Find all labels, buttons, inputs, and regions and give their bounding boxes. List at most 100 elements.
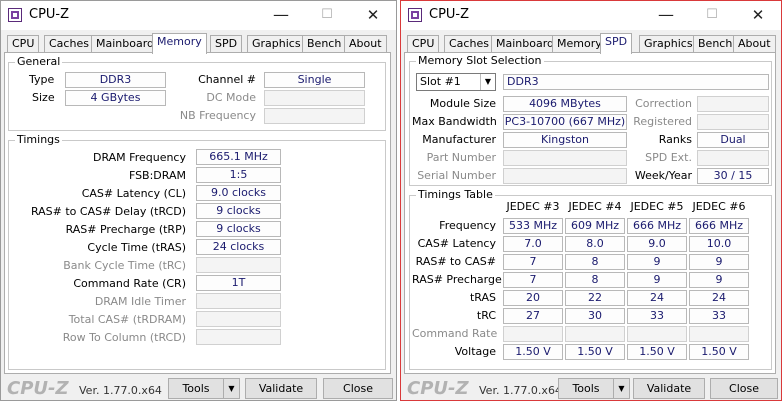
trp-value: 9 clocks: [196, 221, 281, 237]
tab-bench[interactable]: Bench: [693, 35, 738, 53]
table-cell: 1.50 V: [689, 344, 749, 360]
dram-frequency-label: DRAM Frequency: [92, 151, 186, 164]
tab-cpu[interactable]: CPU: [407, 35, 440, 53]
close-window-button[interactable]: ✕: [350, 1, 396, 30]
table-cell: 7: [503, 254, 563, 270]
command-rate-label: Command Rate (CR): [73, 277, 186, 290]
cpuz-app-icon: [408, 8, 422, 22]
command-rate-value: 1T: [196, 275, 281, 291]
tab-graphics[interactable]: Graphics: [639, 35, 698, 53]
module-size-label: Module Size: [429, 97, 496, 110]
spd-panel: Memory Slot Selection Slot #1 ▼ DDR3 Mod…: [404, 52, 776, 374]
chevron-down-icon[interactable]: ▼: [480, 74, 495, 90]
trcd-label: RAS# to CAS# Delay (tRCD): [30, 205, 186, 218]
title-bar[interactable]: CPU-Z — ☐ ✕: [1, 1, 396, 30]
cas-latency-label: CAS# Latency (CL): [81, 187, 186, 200]
version-label: Ver. 1.77.0.x64: [79, 384, 162, 397]
correction-value: [697, 96, 769, 112]
tools-dropdown-arrow-icon[interactable]: ▼: [613, 378, 630, 399]
table-cell: 9: [689, 254, 749, 270]
part-number-label: Part Number: [426, 151, 496, 164]
column-header: JEDEC #3: [506, 200, 560, 213]
tab-caches[interactable]: Caches: [44, 35, 94, 53]
table-cell: 9: [689, 272, 749, 288]
manufacturer-label: Manufacturer: [422, 133, 496, 146]
trcd-value: 9 clocks: [196, 203, 281, 219]
tab-memory[interactable]: Memory: [552, 35, 607, 53]
row-to-column-label: Row To Column (tRCD): [62, 331, 186, 344]
table-cell: 533 MHz: [503, 218, 563, 234]
row-label: RAS# to CAS#: [415, 255, 496, 268]
max-bandwidth-value: PC3-10700 (667 MHz): [503, 114, 627, 130]
footer-bar: CPU-Z Ver. 1.77.0.x64 Tools ▼ Validate C…: [1, 377, 396, 400]
slot-select-value: Slot #1: [420, 75, 461, 88]
tab-cpu[interactable]: CPU: [7, 35, 40, 53]
part-number-value: [503, 150, 627, 166]
tab-about[interactable]: About: [344, 35, 387, 53]
timings-group: Timings DRAM Frequency 665.1 MHz FSB:DRA…: [8, 133, 386, 370]
table-cell: 33: [689, 308, 749, 324]
table-cell: 666 MHz: [689, 218, 749, 234]
minimize-button[interactable]: —: [643, 1, 689, 30]
table-cell: 1.50 V: [627, 344, 687, 360]
dram-idle-timer-value: [196, 293, 281, 309]
tab-caches[interactable]: Caches: [444, 35, 494, 53]
close-window-button[interactable]: ✕: [735, 1, 781, 30]
tab-spd[interactable]: SPD: [600, 33, 633, 54]
validate-button[interactable]: Validate: [633, 378, 705, 399]
window-title: CPU-Z: [429, 7, 470, 22]
window-title: CPU-Z: [29, 7, 70, 22]
correction-label: Correction: [635, 97, 692, 110]
week-year-label: Week/Year: [634, 169, 692, 182]
table-cell: 9: [627, 272, 687, 288]
dram-frequency-value: 665.1 MHz: [196, 149, 281, 165]
tab-spd[interactable]: SPD: [210, 35, 243, 53]
trp-label: RAS# Precharge (tRP): [65, 223, 186, 236]
table-cell: 24: [627, 290, 687, 306]
tab-mainboard[interactable]: Mainboard: [491, 35, 560, 53]
table-cell: 7.0: [503, 236, 563, 252]
table-cell: 8.0: [565, 236, 625, 252]
tab-bench[interactable]: Bench: [302, 35, 347, 53]
tab-graphics[interactable]: Graphics: [247, 35, 306, 53]
tras-value: 24 clocks: [196, 239, 281, 255]
total-cas-label: Total CAS# (tRDRAM): [68, 313, 186, 326]
close-button[interactable]: Close: [710, 378, 778, 399]
tab-memory[interactable]: Memory: [152, 33, 207, 54]
tools-button[interactable]: Tools: [558, 378, 614, 399]
validate-button[interactable]: Validate: [245, 378, 317, 399]
title-bar[interactable]: CPU-Z — ☐ ✕: [401, 1, 781, 30]
table-cell: 1.50 V: [503, 344, 563, 360]
table-cell: 9: [627, 254, 687, 270]
nb-frequency-label: NB Frequency: [179, 109, 256, 122]
minimize-button[interactable]: —: [258, 1, 304, 30]
close-button[interactable]: Close: [323, 378, 393, 399]
slot-select[interactable]: Slot #1 ▼: [416, 73, 496, 91]
maximize-button: ☐: [706, 7, 718, 22]
row-label: tRC: [476, 309, 496, 322]
tab-mainboard[interactable]: Mainboard: [91, 35, 160, 53]
table-cell: [627, 326, 687, 342]
table-cell: 22: [565, 290, 625, 306]
nb-frequency-value: [264, 108, 365, 124]
type-value: DDR3: [65, 72, 166, 88]
row-label: RAS# Precharge: [412, 273, 502, 286]
table-cell: 24: [689, 290, 749, 306]
table-cell: [689, 326, 749, 342]
table-cell: 8: [565, 272, 625, 288]
cpuz-window-spd: CPU-Z — ☐ ✕ CPU Caches Mainboard Memory …: [400, 0, 782, 401]
maximize-button: ☐: [321, 7, 333, 22]
table-cell: 1.50 V: [565, 344, 625, 360]
tools-dropdown-arrow-icon[interactable]: ▼: [223, 378, 240, 399]
timings-table-group-title: Timings Table: [416, 188, 495, 201]
table-cell: [565, 326, 625, 342]
fsb-dram-value: 1:5: [196, 167, 281, 183]
size-label: Size: [32, 91, 55, 104]
type-label: Type: [29, 73, 55, 86]
cpuz-window-memory: CPU-Z — ☐ ✕ CPU Caches Mainboard Memory …: [0, 0, 397, 401]
tab-about[interactable]: About: [733, 35, 776, 53]
row-label: Frequency: [439, 219, 496, 232]
cpuz-brand-logo: CPU-Z: [7, 378, 69, 399]
tools-button[interactable]: Tools: [168, 378, 224, 399]
row-label: Command Rate: [412, 327, 498, 340]
